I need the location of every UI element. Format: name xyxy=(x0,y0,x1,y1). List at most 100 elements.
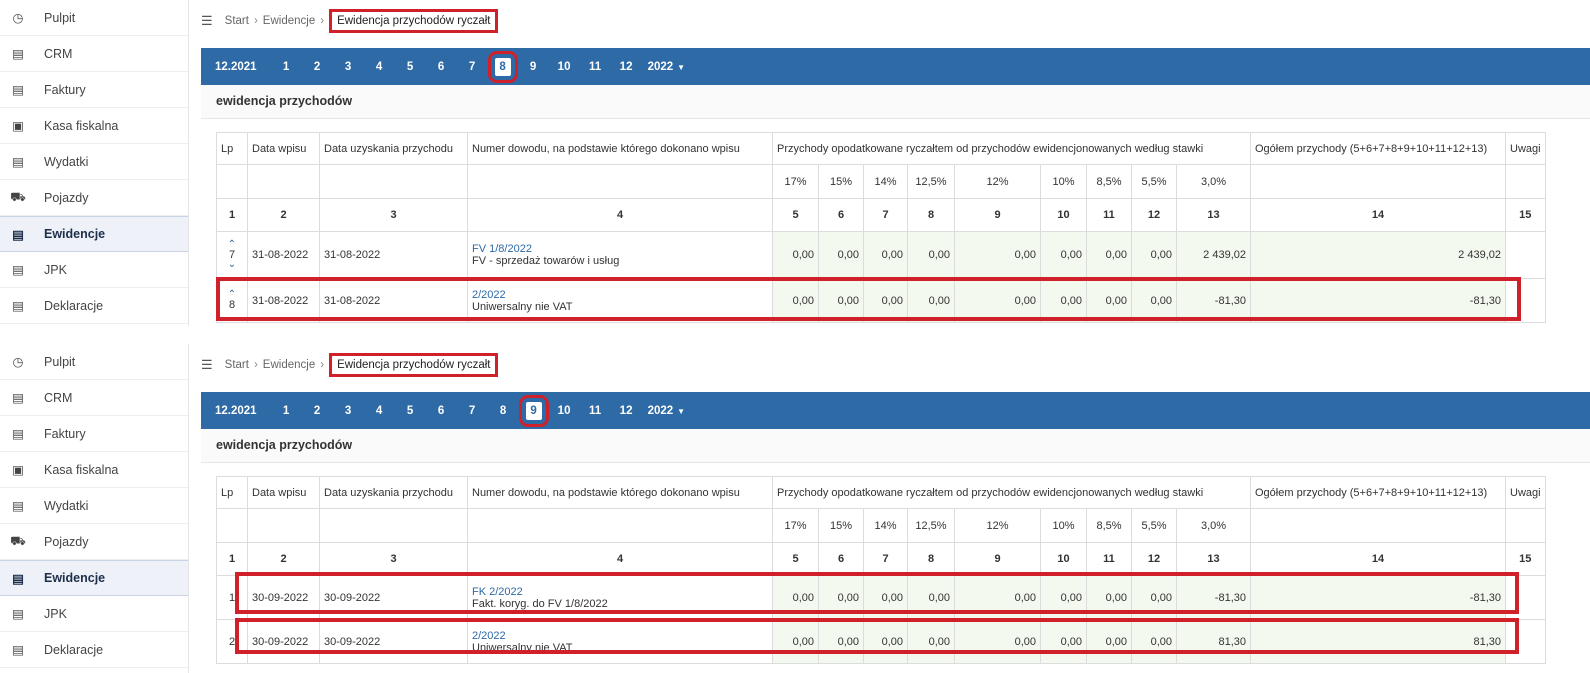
document-link[interactable]: 2/2022 xyxy=(472,630,768,642)
sidebar-item-pojazdy[interactable]: ⛟ Pojazdy xyxy=(0,524,188,560)
month-prev-year[interactable]: 12.2021 xyxy=(215,405,257,417)
sidebar-item-faktury[interactable]: ▤ Faktury xyxy=(0,72,188,108)
header-rate: 12% xyxy=(954,508,1041,543)
sidebar-item-faktury[interactable]: ▤ Faktury xyxy=(0,416,188,452)
sidebar-item-kasa-fiskalna[interactable]: ▣ Kasa fiskalna xyxy=(0,108,188,144)
sidebar-item-pulpit[interactable]: ◷ Pulpit xyxy=(0,0,188,36)
breadcrumb-ewidencje[interactable]: Ewidencje xyxy=(263,15,315,27)
row-rate-value: 0,00 xyxy=(863,278,908,323)
revenue-register-table: Lp Data wpisu Data uzyskania przychodu Nume… xyxy=(216,132,1546,323)
document-link[interactable]: FK 2/2022 xyxy=(472,586,768,598)
sidebar-item-ewidencje[interactable]: ▤ Ewidencje xyxy=(0,216,188,252)
document-link[interactable]: 2/2022 xyxy=(472,289,768,301)
breadcrumb-start[interactable]: Start xyxy=(225,15,249,27)
sidebar-item-label: Pulpit xyxy=(44,10,76,25)
month-tab-3[interactable]: 3 xyxy=(333,405,364,417)
document-link[interactable]: FV 1/8/2022 xyxy=(472,243,768,255)
sidebar-item-label: CRM xyxy=(44,46,73,61)
month-tab-2[interactable]: 2 xyxy=(302,405,333,417)
register-icon: ▤ xyxy=(12,571,24,586)
row-rate-value: 0,00 xyxy=(907,619,955,664)
menu-toggle-icon[interactable]: ☰ xyxy=(201,357,213,373)
sidebar-item-jpk[interactable]: ▤ JPK xyxy=(0,596,188,632)
column-number: 3 xyxy=(319,198,468,232)
dashboard-icon: ◷ xyxy=(12,11,24,25)
header-empty xyxy=(1250,508,1506,543)
sidebar-item-jpk[interactable]: ▤ JPK xyxy=(0,252,188,288)
table-rates-row: 17% 15% 14% 12,5% 12% 10% 8,5% 5,5% 3,0% xyxy=(216,164,1546,199)
column-number: 1 xyxy=(216,198,248,232)
menu-toggle-icon[interactable]: ☰ xyxy=(201,13,213,29)
breadcrumb-start[interactable]: Start xyxy=(225,359,249,371)
month-tab-11[interactable]: 11 xyxy=(580,61,611,73)
month-tab-5[interactable]: 5 xyxy=(395,405,426,417)
table-row[interactable]: ⌃ 7 ⌄ 31-08-2022 31-08-2022 FV 1/8/2022 FV - s… xyxy=(216,231,1546,279)
breadcrumb-ewidencje[interactable]: Ewidencje xyxy=(263,359,315,371)
sidebar-item-deklaracje[interactable]: ▤ Deklaracje xyxy=(0,288,188,324)
month-tab-9[interactable]: 9 xyxy=(518,394,549,427)
sidebar-item-pojazdy[interactable]: ⛟ Pojazdy xyxy=(0,180,188,216)
month-tab-7[interactable]: 7 xyxy=(457,61,488,73)
month-tab-8[interactable]: 8 xyxy=(487,50,518,83)
month-tab-10[interactable]: 10 xyxy=(549,405,580,417)
sidebar-item-wydatki[interactable]: ▤ Wydatki xyxy=(0,488,188,524)
column-number: 11 xyxy=(1086,542,1132,576)
month-tab-1[interactable]: 1 xyxy=(271,405,302,417)
month-tab-6[interactable]: 6 xyxy=(426,61,457,73)
year-dropdown[interactable]: 2022 ▼ xyxy=(648,61,686,73)
row-rate-value: 0,00 xyxy=(1086,575,1132,620)
sidebar-item-crm[interactable]: ▤ CRM xyxy=(0,36,188,72)
month-tab-6[interactable]: 6 xyxy=(426,405,457,417)
header-empty xyxy=(247,508,320,543)
sidebar-item-ewidencje[interactable]: ▤ Ewidencje xyxy=(0,560,188,596)
month-tab-2[interactable]: 2 xyxy=(302,61,333,73)
year-dropdown[interactable]: 2022 ▼ xyxy=(648,405,686,417)
sidebar-item-label: Deklaracje xyxy=(44,642,104,657)
month-tab-12[interactable]: 12 xyxy=(611,405,642,417)
document-description: Uniwersalny nie VAT xyxy=(472,641,573,654)
sidebar-item-pulpit[interactable]: ◷ Pulpit xyxy=(0,344,188,380)
month-tab-5[interactable]: 5 xyxy=(395,61,426,73)
column-number: 13 xyxy=(1176,542,1251,576)
column-number: 7 xyxy=(863,198,908,232)
move-up-icon[interactable]: ⌃ xyxy=(221,289,243,299)
month-tab-4[interactable]: 4 xyxy=(364,405,395,417)
month-tab-9[interactable]: 9 xyxy=(518,61,549,73)
table-row[interactable]: 2 30-09-2022 30-09-2022 2/2022 Uniwersalny n… xyxy=(216,619,1546,664)
table-row[interactable]: ⌃ 8 31-08-2022 31-08-2022 2/2022 Uniwersalny … xyxy=(216,278,1546,323)
sidebar-item-wydatki[interactable]: ▤ Wydatki xyxy=(0,144,188,180)
month-tab-11[interactable]: 11 xyxy=(580,405,611,417)
sidebar-item-crm[interactable]: ▤ CRM xyxy=(0,380,188,416)
month-tab-3[interactable]: 3 xyxy=(333,61,364,73)
month-prev-year[interactable]: 12.2021 xyxy=(215,61,257,73)
revenue-register-table: Lp Data wpisu Data uzyskania przychodu Nume… xyxy=(216,476,1546,664)
breadcrumb-current: Ewidencja przychodów ryczałt xyxy=(329,9,499,33)
month-tab-7[interactable]: 7 xyxy=(457,405,488,417)
sidebar-item-label: Faktury xyxy=(44,82,86,97)
row-rate-value: 81,30 xyxy=(1176,619,1251,664)
sidebar-item-deklaracje[interactable]: ▤ Deklaracje xyxy=(0,632,188,668)
header-numer-dowodu: Numer dowodu, na podstawie którego dokon… xyxy=(467,476,773,509)
header-rate: 15% xyxy=(818,164,864,199)
caret-down-icon: ▼ xyxy=(677,406,686,416)
row-data-uzyskania: 31-08-2022 xyxy=(319,278,468,323)
month-tab-12[interactable]: 12 xyxy=(611,61,642,73)
month-tab-4[interactable]: 4 xyxy=(364,61,395,73)
sidebar-item-kasa-fiskalna[interactable]: ▣ Kasa fiskalna xyxy=(0,452,188,488)
invoice-icon: ▤ xyxy=(12,427,24,441)
header-data-uzyskania: Data uzyskania przychodu xyxy=(319,132,468,165)
column-number: 4 xyxy=(467,542,773,576)
month-tab-1[interactable]: 1 xyxy=(271,61,302,73)
car-icon: ⛟ xyxy=(10,189,26,204)
row-rate-value: 0,00 xyxy=(1086,619,1132,664)
move-down-icon[interactable]: ⌄ xyxy=(221,260,243,270)
month-tab-8[interactable]: 8 xyxy=(488,405,519,417)
row-rate-value: 2 439,02 xyxy=(1176,231,1251,279)
table-header-row: Lp Data wpisu Data uzyskania przychodu Nume… xyxy=(216,476,1546,509)
move-up-icon[interactable]: ⌃ xyxy=(221,240,243,250)
table-row[interactable]: 1 30-09-2022 30-09-2022 FK 2/2022 Fakt. kory… xyxy=(216,575,1546,620)
month-tab-10[interactable]: 10 xyxy=(549,61,580,73)
row-document: 2/2022 Uniwersalny nie VAT xyxy=(467,278,773,323)
row-rate-value: 0,00 xyxy=(1086,278,1132,323)
register-icon: ▤ xyxy=(12,227,24,242)
